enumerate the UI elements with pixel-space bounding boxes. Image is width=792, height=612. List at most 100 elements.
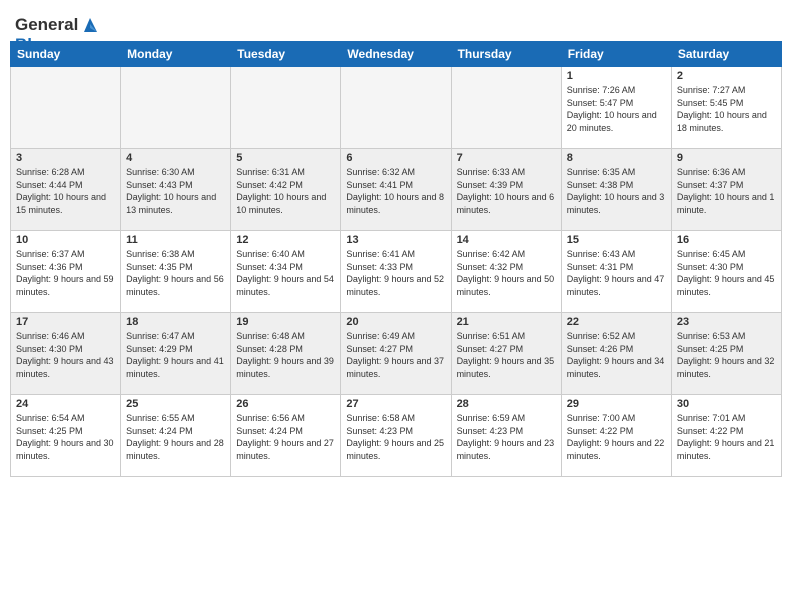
- day-number: 22: [567, 316, 666, 328]
- logo: General: [15, 10, 102, 36]
- calendar-cell: [11, 67, 121, 149]
- page-container: General Blue Sunday Monday T: [0, 0, 792, 612]
- logo-icon: [79, 14, 101, 36]
- logo-general-text: General: [15, 15, 78, 35]
- day-number: 1: [567, 70, 666, 82]
- calendar-cell: 23 Sunrise: 6:53 AM Sunset: 4:25 PM Dayli…: [671, 313, 781, 395]
- day-number: 20: [346, 316, 445, 328]
- day-info: Sunrise: 6:46 AM Sunset: 4:30 PM Dayligh…: [16, 330, 115, 380]
- day-info: Sunrise: 6:53 AM Sunset: 4:25 PM Dayligh…: [677, 330, 776, 380]
- day-number: 21: [457, 316, 556, 328]
- calendar-week-row: 1 Sunrise: 7:26 AM Sunset: 5:47 PM Daylig…: [11, 67, 782, 149]
- day-number: 10: [16, 234, 115, 246]
- day-number: 15: [567, 234, 666, 246]
- day-number: 11: [126, 234, 225, 246]
- day-info: Sunrise: 6:47 AM Sunset: 4:29 PM Dayligh…: [126, 330, 225, 380]
- day-info: Sunrise: 7:00 AM Sunset: 4:22 PM Dayligh…: [567, 412, 666, 462]
- day-info: Sunrise: 6:33 AM Sunset: 4:39 PM Dayligh…: [457, 166, 556, 216]
- calendar-cell: [341, 67, 451, 149]
- day-number: 6: [346, 152, 445, 164]
- day-number: 3: [16, 152, 115, 164]
- day-info: Sunrise: 6:51 AM Sunset: 4:27 PM Dayligh…: [457, 330, 556, 380]
- day-info: Sunrise: 6:54 AM Sunset: 4:25 PM Dayligh…: [16, 412, 115, 462]
- day-number: 29: [567, 398, 666, 410]
- day-number: 28: [457, 398, 556, 410]
- calendar-table: Sunday Monday Tuesday Wednesday Thursday…: [10, 41, 782, 477]
- calendar-week-row: 24Sunrise: 6:54 AM Sunset: 4:25 PM Dayli…: [11, 395, 782, 477]
- day-number: 19: [236, 316, 335, 328]
- day-info: Sunrise: 6:58 AM Sunset: 4:23 PM Dayligh…: [346, 412, 445, 462]
- day-number: 9: [677, 152, 776, 164]
- calendar-cell: 30Sunrise: 7:01 AM Sunset: 4:22 PM Dayli…: [671, 395, 781, 477]
- calendar-cell: 6 Sunrise: 6:32 AM Sunset: 4:41 PM Daylig…: [341, 149, 451, 231]
- day-number: 14: [457, 234, 556, 246]
- day-info: Sunrise: 6:35 AM Sunset: 4:38 PM Dayligh…: [567, 166, 666, 216]
- day-info: Sunrise: 6:59 AM Sunset: 4:23 PM Dayligh…: [457, 412, 556, 462]
- header: General: [0, 0, 792, 41]
- calendar-cell: [231, 67, 341, 149]
- calendar-cell: 25Sunrise: 6:55 AM Sunset: 4:24 PM Dayli…: [121, 395, 231, 477]
- calendar-cell: 20 Sunrise: 6:49 AM Sunset: 4:27 PM Dayli…: [341, 313, 451, 395]
- calendar-cell: 29 Sunrise: 7:00 AM Sunset: 4:22 PM Dayli…: [561, 395, 671, 477]
- calendar-cell: 21 Sunrise: 6:51 AM Sunset: 4:27 PM Dayli…: [451, 313, 561, 395]
- day-info: Sunrise: 6:37 AM Sunset: 4:36 PM Dayligh…: [16, 248, 115, 298]
- day-number: 25: [126, 398, 225, 410]
- day-info: Sunrise: 6:56 AM Sunset: 4:24 PM Dayligh…: [236, 412, 335, 462]
- header-monday: Monday: [121, 42, 231, 67]
- calendar-cell: 9 Sunrise: 6:36 AM Sunset: 4:37 PM Daylig…: [671, 149, 781, 231]
- day-info: Sunrise: 7:27 AM Sunset: 5:45 PM Dayligh…: [677, 84, 776, 134]
- day-info: Sunrise: 6:40 AM Sunset: 4:34 PM Dayligh…: [236, 248, 335, 298]
- calendar-cell: 15 Sunrise: 6:43 AM Sunset: 4:31 PM Dayli…: [561, 231, 671, 313]
- calendar-cell: 24Sunrise: 6:54 AM Sunset: 4:25 PM Dayli…: [11, 395, 121, 477]
- day-number: 12: [236, 234, 335, 246]
- calendar-cell: 28 Sunrise: 6:59 AM Sunset: 4:23 PM Dayli…: [451, 395, 561, 477]
- day-number: 17: [16, 316, 115, 328]
- day-info: Sunrise: 6:41 AM Sunset: 4:33 PM Dayligh…: [346, 248, 445, 298]
- day-number: 26: [236, 398, 335, 410]
- calendar-cell: 1 Sunrise: 7:26 AM Sunset: 5:47 PM Daylig…: [561, 67, 671, 149]
- calendar-week-row: 17 Sunrise: 6:46 AM Sunset: 4:30 PM Dayli…: [11, 313, 782, 395]
- calendar-cell: 5 Sunrise: 6:31 AM Sunset: 4:42 PM Daylig…: [231, 149, 341, 231]
- calendar-week-row: 10 Sunrise: 6:37 AM Sunset: 4:36 PM Dayli…: [11, 231, 782, 313]
- day-info: Sunrise: 7:26 AM Sunset: 5:47 PM Dayligh…: [567, 84, 666, 134]
- day-info: Sunrise: 6:52 AM Sunset: 4:26 PM Dayligh…: [567, 330, 666, 380]
- day-number: 23: [677, 316, 776, 328]
- day-info: Sunrise: 6:38 AM Sunset: 4:35 PM Dayligh…: [126, 248, 225, 298]
- day-info: Sunrise: 6:49 AM Sunset: 4:27 PM Dayligh…: [346, 330, 445, 380]
- day-info: Sunrise: 6:43 AM Sunset: 4:31 PM Dayligh…: [567, 248, 666, 298]
- calendar-wrapper: Sunday Monday Tuesday Wednesday Thursday…: [0, 41, 792, 477]
- day-number: 27: [346, 398, 445, 410]
- calendar-cell: [451, 67, 561, 149]
- day-info: Sunrise: 6:32 AM Sunset: 4:41 PM Dayligh…: [346, 166, 445, 216]
- calendar-cell: 7Sunrise: 6:33 AM Sunset: 4:39 PM Daylig…: [451, 149, 561, 231]
- day-number: 4: [126, 152, 225, 164]
- header-thursday: Thursday: [451, 42, 561, 67]
- day-number: 5: [236, 152, 335, 164]
- calendar-cell: 8Sunrise: 6:35 AM Sunset: 4:38 PM Daylig…: [561, 149, 671, 231]
- calendar-cell: 14Sunrise: 6:42 AM Sunset: 4:32 PM Dayli…: [451, 231, 561, 313]
- calendar-cell: 19 Sunrise: 6:48 AM Sunset: 4:28 PM Dayli…: [231, 313, 341, 395]
- calendar-cell: 13 Sunrise: 6:41 AM Sunset: 4:33 PM Dayli…: [341, 231, 451, 313]
- calendar-cell: 4 Sunrise: 6:30 AM Sunset: 4:43 PM Daylig…: [121, 149, 231, 231]
- calendar-cell: 18Sunrise: 6:47 AM Sunset: 4:29 PM Dayli…: [121, 313, 231, 395]
- day-number: 13: [346, 234, 445, 246]
- logo-blue-label: Blue: [15, 35, 52, 55]
- day-info: Sunrise: 6:31 AM Sunset: 4:42 PM Dayligh…: [236, 166, 335, 216]
- calendar-cell: 17 Sunrise: 6:46 AM Sunset: 4:30 PM Dayli…: [11, 313, 121, 395]
- header-tuesday: Tuesday: [231, 42, 341, 67]
- day-info: Sunrise: 6:45 AM Sunset: 4:30 PM Dayligh…: [677, 248, 776, 298]
- calendar-cell: 2 Sunrise: 7:27 AM Sunset: 5:45 PM Daylig…: [671, 67, 781, 149]
- weekday-header-row: Sunday Monday Tuesday Wednesday Thursday…: [11, 42, 782, 67]
- day-number: 2: [677, 70, 776, 82]
- calendar-cell: 16Sunrise: 6:45 AM Sunset: 4:30 PM Dayli…: [671, 231, 781, 313]
- header-saturday: Saturday: [671, 42, 781, 67]
- calendar-cell: 10 Sunrise: 6:37 AM Sunset: 4:36 PM Dayli…: [11, 231, 121, 313]
- calendar-cell: 22 Sunrise: 6:52 AM Sunset: 4:26 PM Dayli…: [561, 313, 671, 395]
- calendar-cell: [121, 67, 231, 149]
- day-number: 30: [677, 398, 776, 410]
- header-friday: Friday: [561, 42, 671, 67]
- calendar-cell: 27 Sunrise: 6:58 AM Sunset: 4:23 PM Dayli…: [341, 395, 451, 477]
- day-info: Sunrise: 6:36 AM Sunset: 4:37 PM Dayligh…: [677, 166, 776, 216]
- day-info: Sunrise: 6:30 AM Sunset: 4:43 PM Dayligh…: [126, 166, 225, 216]
- day-info: Sunrise: 6:48 AM Sunset: 4:28 PM Dayligh…: [236, 330, 335, 380]
